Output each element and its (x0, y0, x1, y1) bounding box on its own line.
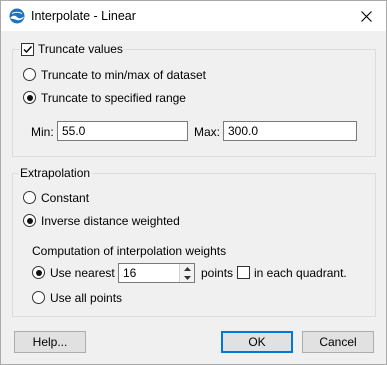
chevron-up-icon (183, 266, 191, 271)
globe-icon (9, 8, 25, 24)
close-icon (360, 10, 372, 22)
truncate-values-label[interactable]: Truncate values (38, 42, 123, 56)
radio-use-nearest[interactable] (32, 266, 45, 279)
truncate-range-label[interactable]: Truncate to specified range (41, 91, 186, 105)
radio-truncate-range[interactable] (23, 91, 36, 104)
radio-inverse-distance[interactable] (23, 214, 36, 227)
title-bar: Interpolate - Linear (1, 1, 386, 31)
use-all-points-label[interactable]: Use all points (50, 291, 122, 305)
inverse-distance-label[interactable]: Inverse distance weighted (41, 214, 180, 228)
min-label: Min: (31, 125, 54, 139)
extrapolation-legend: Extrapolation (18, 166, 93, 180)
max-label: Max: (194, 125, 221, 139)
constant-label[interactable]: Constant (41, 191, 89, 205)
close-button[interactable] (346, 1, 386, 31)
use-nearest-label[interactable]: Use nearest (50, 266, 115, 280)
radio-use-all-points[interactable] (32, 291, 45, 304)
max-input[interactable] (223, 121, 357, 141)
checkmark-icon (23, 46, 33, 54)
radio-truncate-minmax[interactable] (23, 68, 36, 81)
radio-constant[interactable] (23, 191, 36, 204)
quadrant-label[interactable]: in each quadrant. (254, 266, 347, 280)
help-button[interactable]: Help... (14, 331, 86, 353)
cancel-button[interactable]: Cancel (302, 331, 374, 353)
quadrant-checkbox[interactable] (237, 266, 250, 279)
stepper-down-button[interactable] (180, 273, 194, 282)
truncate-minmax-label[interactable]: Truncate to min/max of dataset (41, 68, 206, 82)
nearest-count-stepper[interactable]: 16 (118, 263, 195, 283)
chevron-down-icon (183, 275, 191, 280)
weights-heading: Computation of interpolation weights (32, 244, 227, 258)
truncate-values-checkbox[interactable] (21, 43, 34, 56)
points-label: points (201, 266, 234, 280)
window-title: Interpolate - Linear (31, 9, 136, 23)
stepper-buttons (179, 264, 194, 282)
nearest-count-value[interactable]: 16 (123, 266, 136, 280)
ok-button[interactable]: OK (221, 331, 293, 353)
dialog-window: Interpolate - Linear Truncate values Tru… (0, 0, 387, 365)
min-input[interactable] (57, 121, 188, 141)
